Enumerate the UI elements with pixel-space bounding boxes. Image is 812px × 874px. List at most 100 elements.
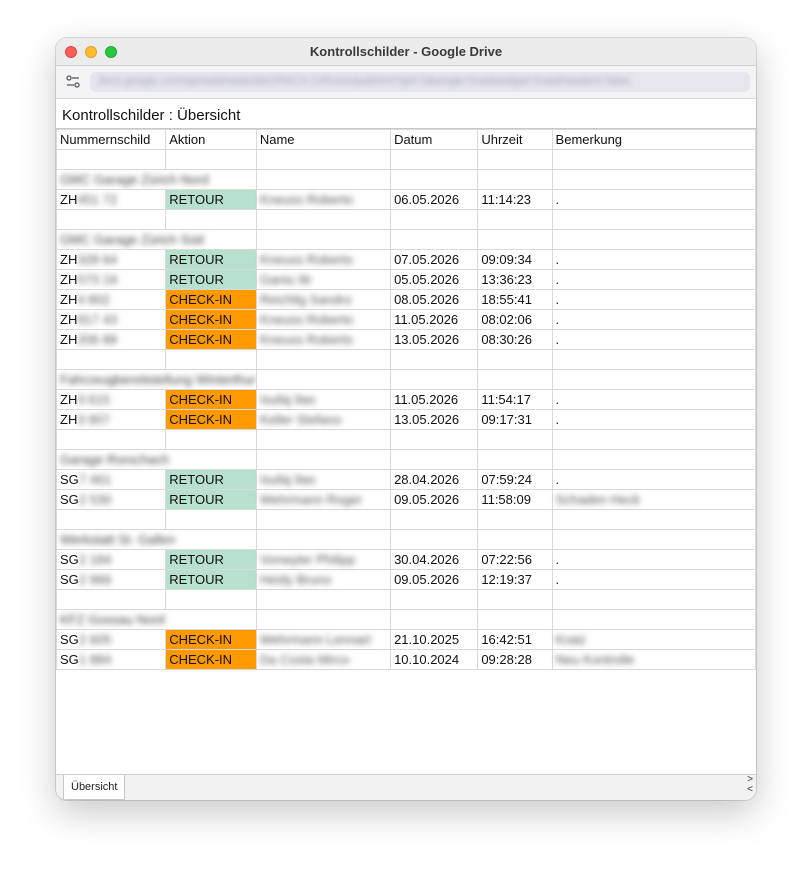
empty-cell[interactable]	[390, 429, 479, 450]
remark-cell[interactable]: .	[551, 469, 756, 490]
name-cell[interactable]: Keller Stefano	[255, 409, 392, 430]
empty-cell[interactable]	[165, 209, 257, 230]
action-cell[interactable]: RETOUR	[165, 549, 257, 570]
empty-cell[interactable]	[390, 369, 479, 390]
date-cell[interactable]: 07.05.2026	[390, 249, 479, 270]
time-cell[interactable]: 11:54:17	[477, 389, 553, 410]
plate-cell[interactable]: SG2 530	[56, 489, 167, 510]
date-cell[interactable]: 21.10.2025	[390, 629, 479, 650]
empty-cell[interactable]	[165, 509, 257, 530]
action-cell[interactable]: CHECK-IN	[165, 329, 257, 350]
action-cell[interactable]: RETOUR	[165, 569, 257, 590]
date-cell[interactable]: 11.05.2026	[390, 389, 479, 410]
group-label-cell[interactable]: KFZ Gossau Nord	[56, 609, 257, 630]
empty-cell[interactable]	[390, 209, 479, 230]
time-cell[interactable]: 16:42:51	[477, 629, 553, 650]
remark-cell[interactable]: Kratz	[551, 629, 756, 650]
action-cell[interactable]: CHECK-IN	[165, 649, 257, 670]
plate-cell[interactable]: SG2 184	[56, 549, 167, 570]
action-cell[interactable]: RETOUR	[165, 489, 257, 510]
empty-cell[interactable]	[56, 509, 167, 530]
empty-cell[interactable]	[255, 589, 392, 610]
empty-cell[interactable]	[165, 429, 257, 450]
remark-cell[interactable]: .	[551, 189, 756, 210]
group-label-cell[interactable]: Garage Rorschach	[56, 449, 257, 470]
time-cell[interactable]: 09:17:31	[477, 409, 553, 430]
empty-cell[interactable]	[255, 449, 392, 470]
remark-cell[interactable]: .	[551, 389, 756, 410]
empty-cell[interactable]	[551, 229, 756, 250]
action-cell[interactable]: CHECK-IN	[165, 629, 257, 650]
empty-cell[interactable]	[56, 589, 167, 610]
url-field[interactable]: docs.google.com/spreadsheets/d/e/2PACX-1…	[90, 72, 750, 92]
empty-cell[interactable]	[551, 609, 756, 630]
name-cell[interactable]: Kneuss Roberto	[255, 309, 392, 330]
plate-cell[interactable]: SG1 884	[56, 649, 167, 670]
group-label-cell[interactable]: GMC Garage Zürich Süd	[56, 229, 257, 250]
empty-cell[interactable]	[390, 449, 479, 470]
empty-cell[interactable]	[551, 149, 756, 170]
site-settings-icon[interactable]	[64, 73, 82, 91]
remark-cell[interactable]: .	[551, 549, 756, 570]
date-cell[interactable]: 06.05.2026	[390, 189, 479, 210]
remark-cell[interactable]: .	[551, 409, 756, 430]
empty-cell[interactable]	[255, 169, 392, 190]
plate-cell[interactable]: ZH573 19	[56, 269, 167, 290]
group-label-cell[interactable]: Fahrzeugbereitstellung Winterthur	[56, 369, 257, 390]
action-cell[interactable]: CHECK-IN	[165, 289, 257, 310]
remark-cell[interactable]: .	[551, 269, 756, 290]
name-cell[interactable]: Isufaj Ilan	[255, 469, 392, 490]
empty-cell[interactable]	[477, 349, 553, 370]
empty-cell[interactable]	[390, 349, 479, 370]
time-cell[interactable]: 07:59:24	[477, 469, 553, 490]
time-cell[interactable]: 09:28:28	[477, 649, 553, 670]
empty-cell[interactable]	[390, 229, 479, 250]
empty-cell[interactable]	[255, 429, 392, 450]
empty-cell[interactable]	[255, 149, 392, 170]
column-header[interactable]: Nummernschild	[56, 129, 167, 150]
name-cell[interactable]: Reichlig Sandro	[255, 289, 392, 310]
empty-cell[interactable]	[477, 229, 553, 250]
plate-cell[interactable]: ZH328 64	[56, 249, 167, 270]
remark-cell[interactable]: Neu Kontrolle	[551, 649, 756, 670]
plate-cell[interactable]: ZH4 802	[56, 289, 167, 310]
empty-cell[interactable]	[255, 369, 392, 390]
date-cell[interactable]: 09.05.2026	[390, 489, 479, 510]
action-cell[interactable]: CHECK-IN	[165, 309, 257, 330]
date-cell[interactable]: 13.05.2026	[390, 329, 479, 350]
date-cell[interactable]: 08.05.2026	[390, 289, 479, 310]
date-cell[interactable]: 13.05.2026	[390, 409, 479, 430]
time-cell[interactable]: 11:58:09	[477, 489, 553, 510]
empty-cell[interactable]	[56, 349, 167, 370]
name-cell[interactable]: Isufaj Ilan	[255, 389, 392, 410]
action-cell[interactable]: RETOUR	[165, 189, 257, 210]
plate-cell[interactable]: ZH3 907	[56, 409, 167, 430]
empty-cell[interactable]	[165, 149, 257, 170]
plate-cell[interactable]: SG2 605	[56, 629, 167, 650]
column-header[interactable]: Bemerkung	[551, 129, 756, 150]
empty-cell[interactable]	[477, 529, 553, 550]
remark-cell[interactable]: .	[551, 289, 756, 310]
time-cell[interactable]: 08:30:26	[477, 329, 553, 350]
date-cell[interactable]: 28.04.2026	[390, 469, 479, 490]
empty-cell[interactable]	[477, 169, 553, 190]
action-cell[interactable]: CHECK-IN	[165, 389, 257, 410]
empty-cell[interactable]	[255, 229, 392, 250]
empty-cell[interactable]	[390, 149, 479, 170]
empty-cell[interactable]	[551, 449, 756, 470]
column-header[interactable]: Datum	[390, 129, 479, 150]
empty-cell[interactable]	[390, 169, 479, 190]
empty-cell[interactable]	[477, 209, 553, 230]
empty-cell[interactable]	[551, 369, 756, 390]
empty-cell[interactable]	[477, 509, 553, 530]
date-cell[interactable]: 11.05.2026	[390, 309, 479, 330]
time-cell[interactable]: 09:09:34	[477, 249, 553, 270]
time-cell[interactable]: 18:55:41	[477, 289, 553, 310]
action-cell[interactable]: RETOUR	[165, 469, 257, 490]
sheet-tab-uebersicht[interactable]: Übersicht	[63, 775, 126, 800]
empty-cell[interactable]	[551, 169, 756, 190]
name-cell[interactable]: Wehrmann Lennart	[255, 629, 392, 650]
name-cell[interactable]: Vonwyler Philipp	[255, 549, 392, 570]
plate-cell[interactable]: ZH451 72	[56, 189, 167, 210]
action-cell[interactable]: CHECK-IN	[165, 409, 257, 430]
